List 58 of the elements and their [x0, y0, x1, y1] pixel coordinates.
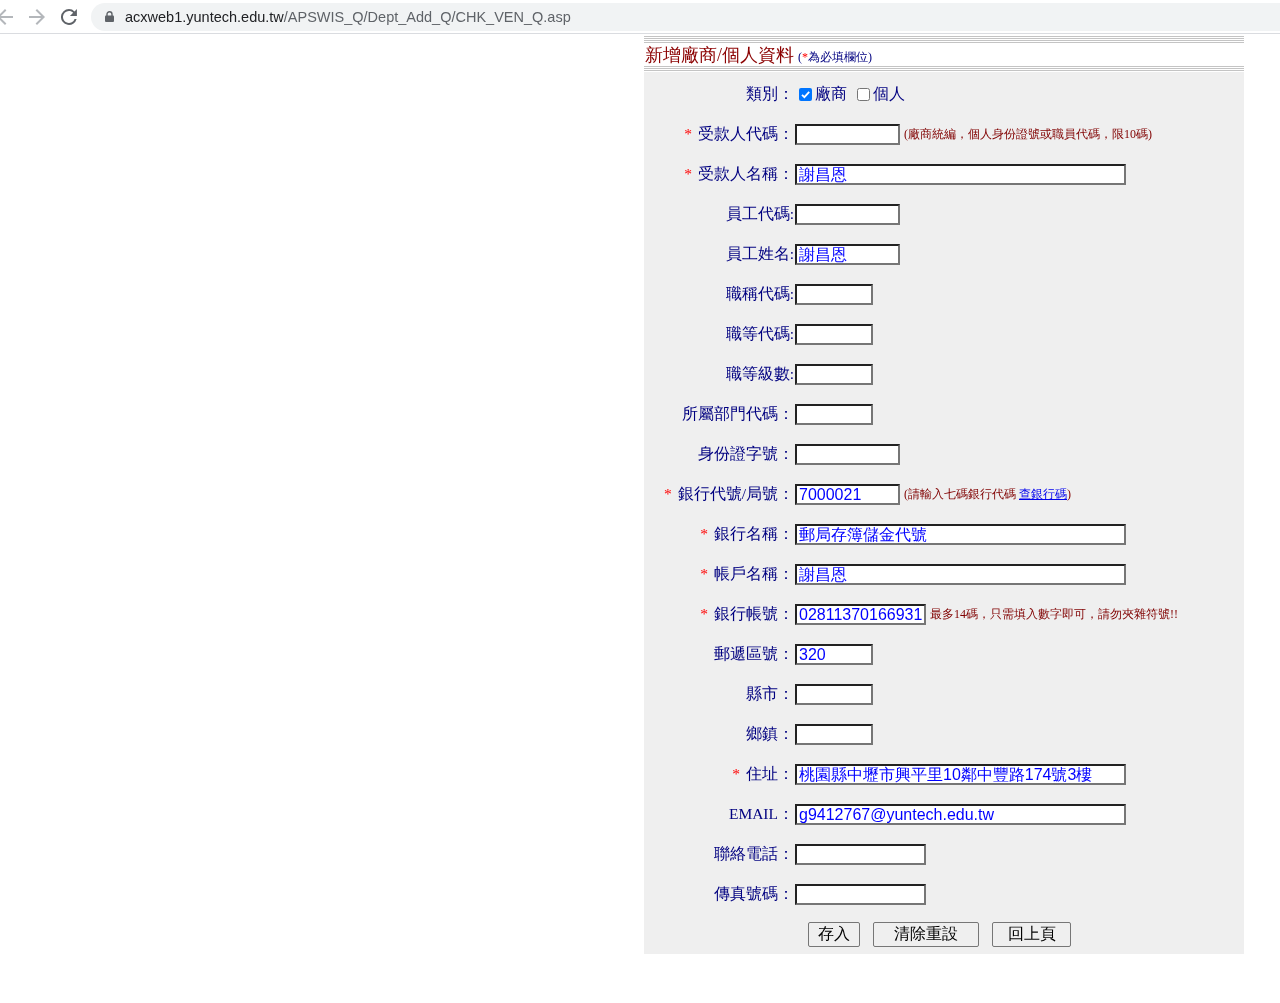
address-bar[interactable]: acxweb1.yuntech.edu.tw/APSWIS_Q/Dept_Add_Q/CHK_VEN_Q.asp [91, 2, 1280, 31]
bank-code-link[interactable]: 查銀行碼 [1019, 486, 1067, 501]
field-label: * 帳戶名稱： [700, 564, 794, 582]
field-label: 職等級數: [725, 364, 794, 382]
form-title: 新增廠商/個人資料 [645, 44, 794, 66]
text-field[interactable]: 謝昌恩 [795, 243, 900, 265]
field-label: 傳真號碼： [714, 884, 794, 902]
reload-icon[interactable] [61, 8, 77, 25]
field-label: 職稱代碼: [725, 284, 794, 302]
hint-text: (請輸入七碼銀行代碼 查銀行碼) [904, 485, 1071, 503]
text-field[interactable]: 7000021 [795, 483, 900, 505]
back-button[interactable]: 回上頁 [992, 922, 1071, 947]
field-label: 鄉鎮： [746, 724, 794, 742]
text-field[interactable] [795, 883, 926, 905]
field-label: 職等代碼: [725, 324, 794, 342]
text-field[interactable] [795, 123, 900, 145]
field-label: 郵遞區號： [714, 644, 794, 662]
text-field[interactable] [795, 363, 873, 385]
text-field[interactable] [795, 283, 873, 305]
field-label: * 銀行帳號： [700, 604, 794, 622]
reset-button[interactable]: 清除重設 [873, 922, 979, 947]
field-label: 員工代碼: [725, 204, 794, 222]
url-text: acxweb1.yuntech.edu.tw/APSWIS_Q/Dept_Add_Q/CHK_VEN_Q.asp [125, 8, 571, 25]
text-field[interactable]: 02811370166931 [795, 603, 926, 625]
field-label: * 受款人名稱： [684, 164, 794, 182]
text-field[interactable] [795, 323, 873, 345]
field-label: * 住址： [732, 764, 794, 782]
hint-text: 最多14碼，只需填入數字即可，請勿夾雜符號!! [930, 605, 1178, 623]
field-label: 所屬部門代碼： [682, 404, 794, 422]
text-field[interactable] [795, 203, 900, 225]
text-field[interactable]: 320 [795, 643, 873, 665]
checkbox[interactable] [857, 87, 870, 101]
field-label: * 銀行名稱： [700, 524, 794, 542]
text-field[interactable]: 謝昌恩 [795, 163, 1126, 185]
option-label[interactable]: 個人 [873, 83, 905, 105]
lock-icon [105, 11, 114, 22]
field-label: 縣市： [746, 684, 794, 702]
text-field[interactable]: 桃園縣中壢市興平里10鄰中豐路174號3樓 [795, 763, 1126, 785]
text-field[interactable]: 謝昌恩 [795, 563, 1126, 585]
field-label: * 受款人代碼： [684, 124, 794, 142]
text-field[interactable]: 郵局存簿儲金代號 [795, 523, 1126, 545]
field-label: 聯絡電話： [714, 844, 794, 862]
option-label[interactable]: 廠商 [815, 83, 847, 105]
text-field[interactable] [795, 683, 873, 705]
text-field[interactable] [795, 843, 926, 865]
checkbox[interactable] [799, 87, 812, 101]
field-label: 身份證字號： [698, 444, 794, 462]
required-note: (*為必填欄位) [798, 49, 872, 66]
text-field[interactable]: g9412767@yuntech.edu.tw [795, 803, 1126, 825]
save-button[interactable]: 存入 [808, 922, 860, 947]
field-label: 員工姓名: [725, 244, 794, 262]
field-label: * 銀行代號/局號： [663, 484, 794, 502]
field-label: EMAIL： [728, 804, 794, 822]
hint-text: (廠商統編，個人身份證號或職員代碼，限10碼) [904, 125, 1152, 143]
text-field[interactable] [795, 443, 900, 465]
field-label: 類別： [746, 84, 794, 102]
text-field[interactable] [795, 403, 873, 425]
text-field[interactable] [795, 723, 873, 745]
